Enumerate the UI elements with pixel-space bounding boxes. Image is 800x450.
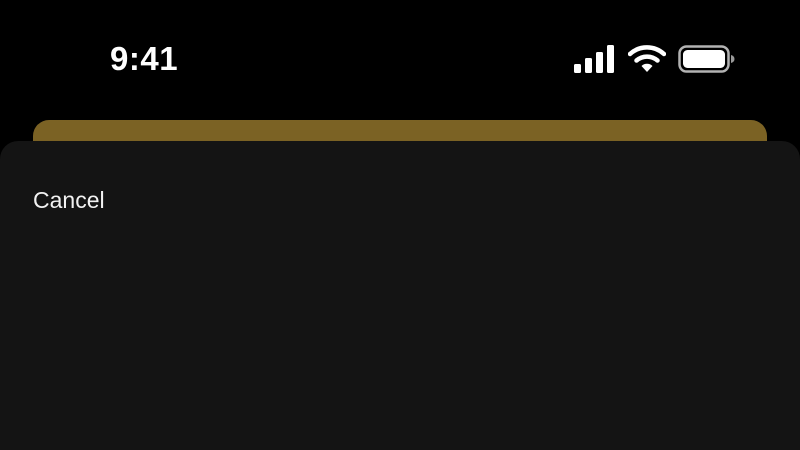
status-time: 9:41: [110, 40, 179, 77]
status-icons: [572, 44, 742, 78]
wifi-icon: [628, 45, 666, 72]
cancel-button[interactable]: Cancel: [33, 187, 105, 214]
cellular-signal-icon: [574, 45, 614, 73]
battery-icon: [678, 45, 735, 73]
modal-sheet: Cancel: [0, 141, 800, 450]
status-bar: 9:41: [0, 0, 800, 110]
